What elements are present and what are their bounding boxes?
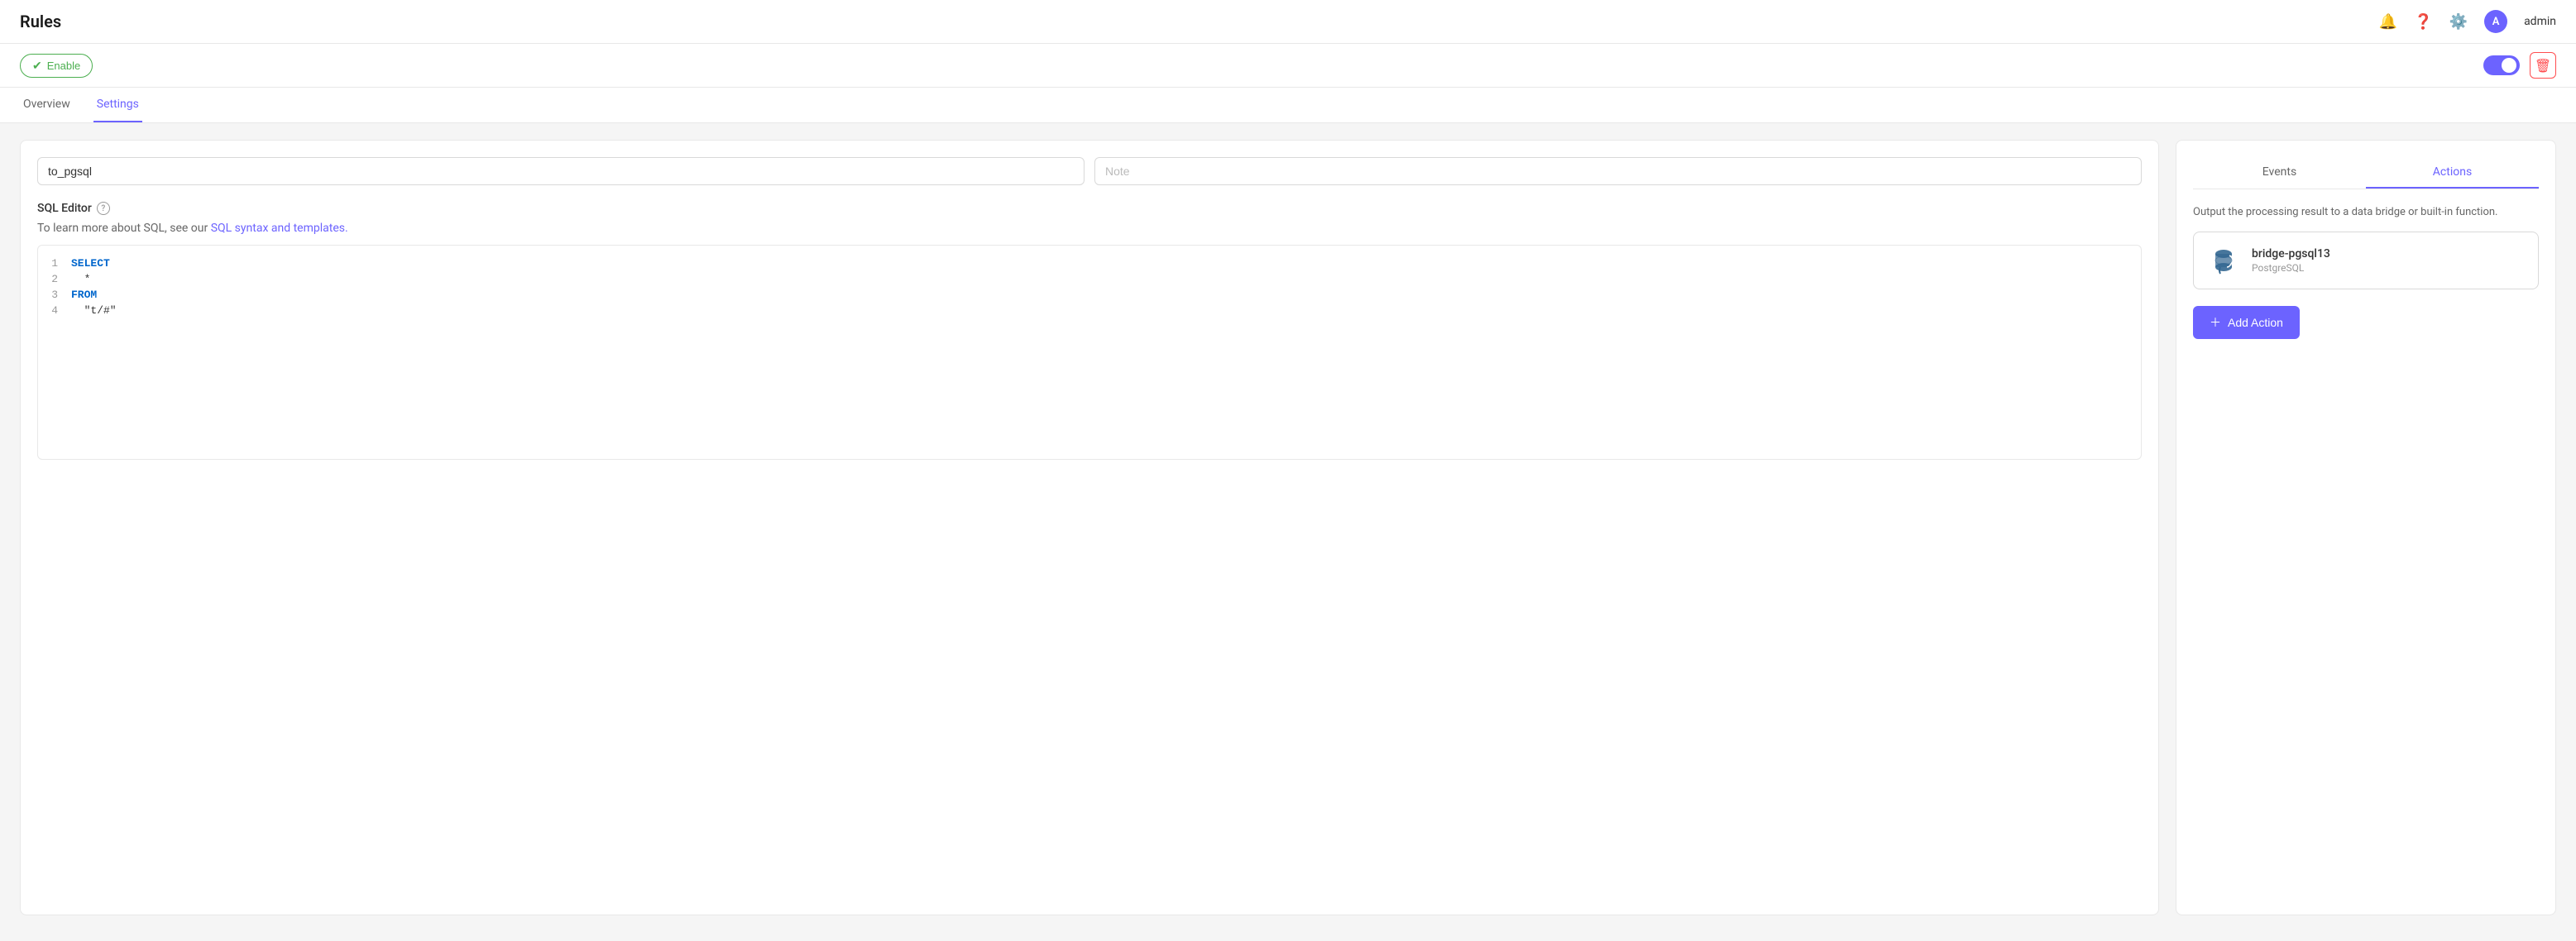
code-editor[interactable]: 1 SELECT 2 * 3 FROM 4 "t/#" xyxy=(37,245,2142,460)
delete-button[interactable]: 🗑 xyxy=(2530,52,2556,79)
add-action-label: Add Action xyxy=(2228,316,2283,329)
input-row xyxy=(37,157,2142,185)
panel-tab-events[interactable]: Events xyxy=(2193,157,2366,189)
panel-description: Output the processing result to a data b… xyxy=(2193,206,2539,218)
tabs-bar: Overview Settings xyxy=(0,88,2576,123)
sql-help-icon[interactable]: ? xyxy=(97,202,110,215)
add-action-button[interactable]: ＋ Add Action xyxy=(2193,306,2300,339)
sql-syntax-link[interactable]: SQL syntax and templates. xyxy=(211,222,348,235)
code-line-1: 1 SELECT xyxy=(38,256,2141,271)
toolbar-right: 🗑 xyxy=(2483,52,2556,79)
tab-settings[interactable]: Settings xyxy=(93,88,142,122)
rule-name-input[interactable] xyxy=(37,157,1085,185)
header-right: 🔔 ❓ ⚙️ A admin xyxy=(2379,10,2556,33)
enable-toggle[interactable] xyxy=(2483,55,2520,75)
enable-label: Enable xyxy=(47,60,80,72)
plus-icon: ＋ xyxy=(2210,314,2221,331)
code-lines: 1 SELECT 2 * 3 FROM 4 "t/#" xyxy=(38,246,2141,328)
main-content: SQL Editor ? To learn more about SQL, se… xyxy=(0,123,2576,932)
panel-tabs: Events Actions xyxy=(2193,157,2539,189)
bridge-type: PostgreSQL xyxy=(2252,262,2330,274)
panel-tab-actions[interactable]: Actions xyxy=(2366,157,2539,189)
note-input[interactable] xyxy=(1094,157,2142,185)
admin-label: admin xyxy=(2524,15,2556,28)
settings-icon[interactable]: ⚙️ xyxy=(2449,13,2468,31)
enable-button[interactable]: ✔ Enable xyxy=(20,54,93,78)
check-icon: ✔ xyxy=(32,59,42,73)
right-panel: Events Actions Output the processing res… xyxy=(2176,140,2556,915)
bridge-card[interactable]: bridge-pgsql13 PostgreSQL xyxy=(2193,232,2539,289)
avatar: A xyxy=(2484,10,2507,33)
code-line-2: 2 * xyxy=(38,271,2141,287)
postgresql-icon xyxy=(2207,244,2240,277)
tab-overview[interactable]: Overview xyxy=(20,88,74,122)
bridge-info: bridge-pgsql13 PostgreSQL xyxy=(2252,247,2330,274)
bell-icon[interactable]: 🔔 xyxy=(2379,13,2397,31)
page-title: Rules xyxy=(20,12,61,31)
code-line-4: 4 "t/#" xyxy=(38,303,2141,318)
sql-editor-label: SQL Editor ? xyxy=(37,202,2142,215)
help-circle-icon[interactable]: ❓ xyxy=(2414,13,2432,31)
sql-learn-more: To learn more about SQL, see our SQL syn… xyxy=(37,222,2142,235)
bridge-name: bridge-pgsql13 xyxy=(2252,247,2330,260)
toolbar: ✔ Enable 🗑 xyxy=(0,44,2576,88)
header: Rules 🔔 ❓ ⚙️ A admin xyxy=(0,0,2576,44)
code-line-3: 3 FROM xyxy=(38,287,2141,303)
left-panel: SQL Editor ? To learn more about SQL, se… xyxy=(20,140,2159,915)
